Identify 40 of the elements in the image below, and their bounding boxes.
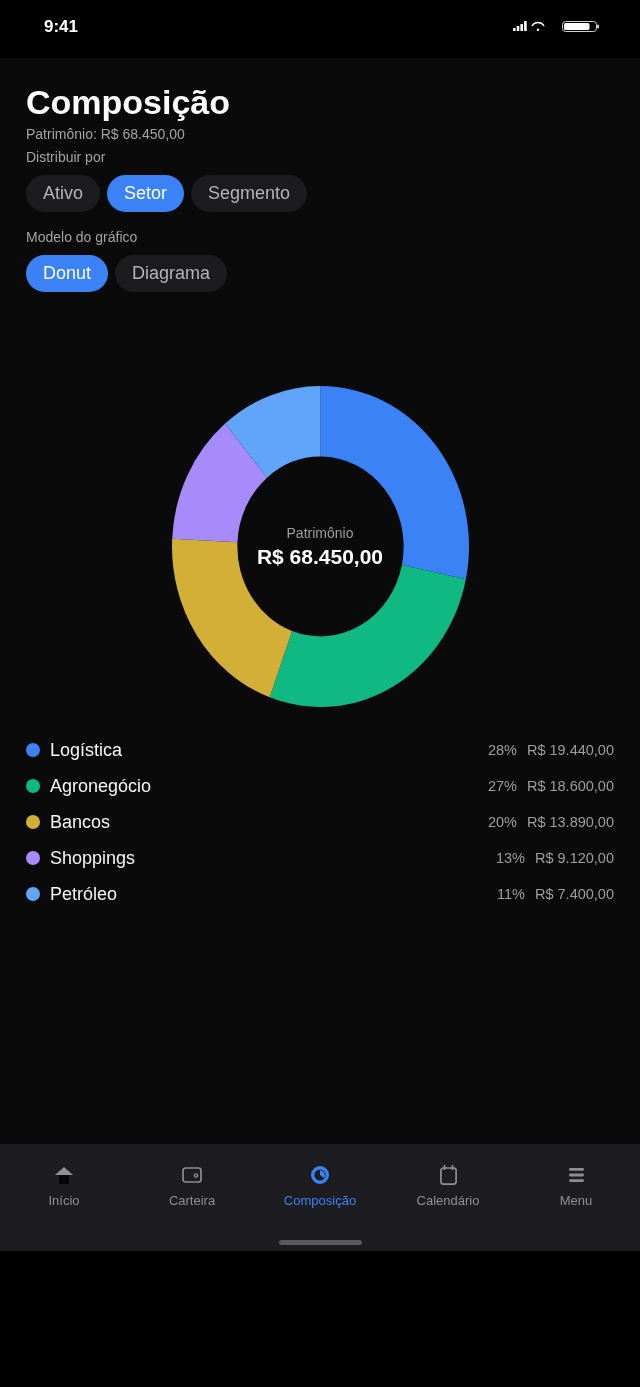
sector-name: Agronegócio — [50, 775, 152, 797]
chart-type-chip[interactable]: Diagrama — [115, 255, 228, 292]
tab-bar-item[interactable]: Menu — [512, 1165, 640, 1209]
sector-name: Petróleo — [50, 883, 118, 905]
sector-percent: 11% — [497, 885, 525, 904]
tab-bar-item[interactable]: Calendário — [384, 1165, 512, 1209]
wifi-icon — [531, 20, 545, 32]
sector-percent: 28% — [487, 741, 517, 760]
tab-bar-item[interactable]: Carteira — [128, 1165, 256, 1209]
sector-amount: R$ 7.400,00 — [535, 885, 614, 904]
sector-amount: R$ 9.120,00 — [535, 849, 614, 868]
sector-percent: 20% — [487, 813, 517, 832]
clock-time: 9:41 — [44, 17, 79, 37]
sector-percent: 27% — [487, 777, 517, 796]
page-title: Composição — [26, 82, 232, 122]
sector-amount: R$ 18.600,00 — [526, 777, 614, 796]
sector-name: Shoppings — [50, 847, 136, 869]
sector-amount: R$ 13.890,00 — [526, 813, 614, 832]
sector-name: Bancos — [50, 811, 111, 833]
section-label: Modelo do gráfico — [26, 228, 139, 247]
menu-icon — [568, 1168, 584, 1182]
sector-amount: R$ 19.440,00 — [526, 741, 614, 760]
distribute-by-chip[interactable]: Segmento — [191, 175, 308, 212]
home-icon — [55, 1166, 73, 1184]
battery-icon — [562, 20, 599, 32]
net-worth-text: Patrimônio: R$ 68.450,00 — [26, 125, 186, 144]
wallet-icon — [182, 1167, 202, 1183]
distribute-by-chip[interactable]: Setor — [107, 175, 185, 212]
calendar-icon — [439, 1165, 457, 1185]
sector-percent: 13% — [495, 849, 525, 868]
chart-type-chip[interactable]: Donut — [26, 255, 109, 292]
signal-icon — [513, 21, 527, 31]
section-label: Distribuir por — [26, 148, 107, 167]
tab-bar-item[interactable]: Início — [0, 1165, 128, 1209]
sector-name: Logística — [50, 739, 123, 761]
distribute-by-chip[interactable]: Ativo — [26, 175, 101, 212]
tab-bar-item[interactable]: Composição — [256, 1165, 384, 1209]
center-total-value: R$ 68.450,00 — [256, 543, 384, 570]
donut-chart-icon — [311, 1166, 329, 1184]
center-label: Patrimônio — [286, 523, 354, 542]
